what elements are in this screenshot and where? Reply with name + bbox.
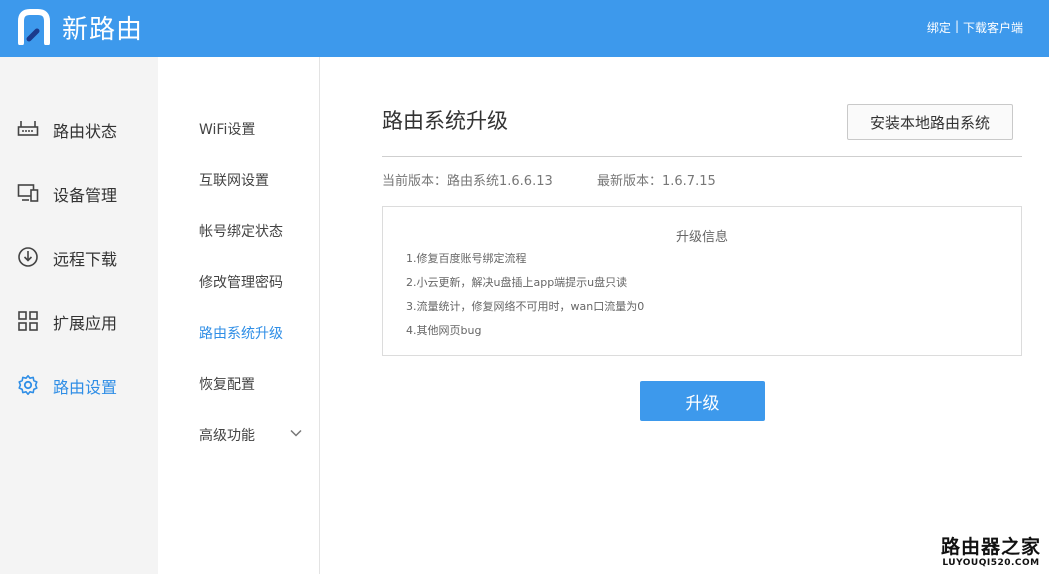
upgrade-info-line: 2.小云更新，解决u盘插上app端提示u盘只读 xyxy=(406,276,628,289)
logo-text: 新路由 xyxy=(62,14,144,45)
bind-link[interactable]: 绑定 xyxy=(927,19,951,36)
download-client-link[interactable]: 下载客户端 xyxy=(963,19,1023,36)
sidebar-item-remote-download[interactable]: 远程下载 xyxy=(0,236,158,276)
submenu-item-account-binding[interactable]: 帐号绑定状态 xyxy=(199,221,283,241)
watermark: 路由器之家 LUYOUQI520.COM xyxy=(941,536,1041,568)
sidebar-main: 路由状态 设备管理 远程下载 扩展应用 路由设置 xyxy=(0,57,158,574)
upgrade-info-line: 4.其他网页bug xyxy=(406,324,482,337)
sidebar-item-label: 远程下载 xyxy=(53,250,118,269)
install-local-system-button[interactable]: 安装本地路由系统 xyxy=(847,104,1013,140)
link-separator: | xyxy=(954,19,959,33)
submenu-item-advanced[interactable]: 高级功能 xyxy=(199,425,255,445)
divider xyxy=(382,156,1022,157)
grid-apps-icon xyxy=(18,311,38,331)
submenu-item-restore-config[interactable]: 恢复配置 xyxy=(199,374,255,394)
upgrade-info-line: 1.修复百度账号绑定流程 xyxy=(406,252,527,265)
submenu-item-change-password[interactable]: 修改管理密码 xyxy=(199,272,283,292)
gear-icon xyxy=(18,375,38,395)
chevron-down-icon[interactable] xyxy=(290,428,302,438)
top-header: 新路由 绑定 | 下载客户端 xyxy=(0,0,1049,57)
sidebar-item-router-settings[interactable]: 路由设置 xyxy=(0,364,158,404)
upgrade-info-panel: 升级信息 1.修复百度账号绑定流程 2.小云更新，解决u盘插上app端提示u盘只… xyxy=(382,206,1022,356)
sidebar-item-label: 路由状态 xyxy=(53,122,118,141)
submenu-item-internet[interactable]: 互联网设置 xyxy=(199,170,269,190)
submenu-item-system-upgrade[interactable]: 路由系统升级 xyxy=(199,323,283,343)
page-title: 路由系统升级 xyxy=(382,109,508,133)
watermark-text: 路由器之家 xyxy=(940,536,1041,558)
sidebar-item-extensions[interactable]: 扩展应用 xyxy=(0,300,158,340)
monitor-devices-icon xyxy=(17,184,39,202)
sidebar-item-label: 路由设置 xyxy=(53,378,118,397)
upgrade-button[interactable]: 升级 xyxy=(640,381,765,421)
current-version: 当前版本：路由系统1.6.6.13 xyxy=(382,174,553,189)
upgrade-info-line: 3.流量统计，修复网络不可用时，wan口流量为0 xyxy=(406,300,645,313)
main-content: 路由系统升级 安装本地路由系统 当前版本：路由系统1.6.6.13 最新版本：1… xyxy=(320,57,1049,574)
latest-version: 最新版本：1.6.7.15 xyxy=(597,174,716,189)
sidebar-item-label: 扩展应用 xyxy=(53,314,118,333)
sidebar-item-label: 设备管理 xyxy=(53,186,118,205)
download-icon xyxy=(18,247,38,267)
logo[interactable]: 新路由 xyxy=(17,7,143,47)
sidebar-item-device-management[interactable]: 设备管理 xyxy=(0,172,158,212)
upgrade-info-title: 升级信息 xyxy=(675,230,728,245)
router-icon xyxy=(17,121,39,136)
sidebar-item-router-status[interactable]: 路由状态 xyxy=(0,108,158,148)
logo-mark-icon xyxy=(18,9,50,45)
submenu-item-wifi[interactable]: WiFi设置 xyxy=(199,119,255,139)
watermark-url: LUYOUQI520.COM xyxy=(942,558,1040,568)
settings-submenu: WiFi设置 互联网设置 帐号绑定状态 修改管理密码 路由系统升级 恢复配置 高… xyxy=(158,57,320,574)
header-links: 绑定 | 下载客户端 xyxy=(927,19,1023,36)
